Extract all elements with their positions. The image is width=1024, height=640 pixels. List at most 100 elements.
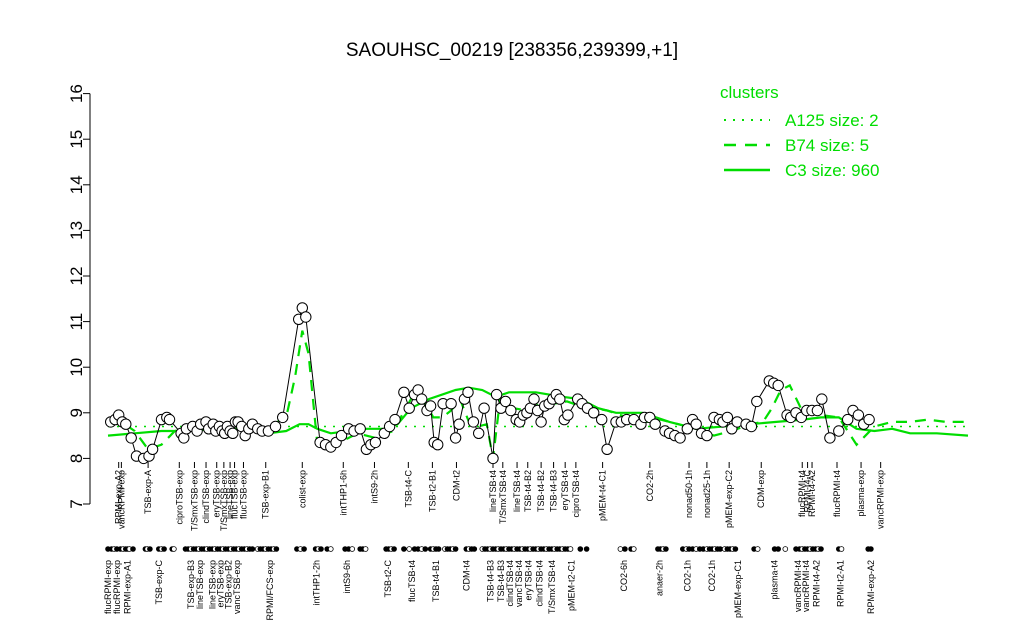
data-point [852, 409, 865, 421]
top-tick-label: TSB-t4-C [403, 470, 413, 508]
top-tick-label: intS9-2h [369, 470, 379, 504]
data-point [833, 425, 845, 437]
data-point [751, 395, 763, 408]
top-tick-label: nonad25-1h [702, 470, 712, 518]
bottom-marker [362, 546, 369, 552]
data-point [424, 400, 437, 412]
bottom-marker [622, 546, 628, 552]
bottom-marker [161, 546, 167, 552]
top-tick-label: CO2-2h [645, 470, 655, 502]
bottom-tick-label: TSB-t2-C [383, 560, 393, 598]
data-point [125, 432, 137, 444]
top-tick-labels: RPMI-exp-A2vancRPMI-exp TSB-exp-A ciproTSB… [114, 462, 886, 531]
top-tick-label: lineTSB-t4 [512, 470, 522, 512]
bottom-tick-label: flucTSB-t4 [407, 560, 417, 602]
y-tick-label: 12 [67, 267, 86, 286]
bottom-marker [147, 546, 153, 552]
data-point [432, 439, 444, 451]
data-point [562, 409, 574, 421]
bottom-tick-label: TSB-t4-B3 [485, 560, 495, 602]
bottom-tick-label: intS9-6h [342, 560, 352, 594]
data-point [816, 393, 828, 405]
bottom-marker [422, 546, 429, 552]
bottom-marker [435, 546, 442, 552]
bottom-tick-label: plasma-t4 [770, 560, 780, 600]
data-point [528, 393, 540, 405]
bottom-tick-label: RPMI-exp-A1 [123, 560, 133, 614]
bottom-marker [401, 546, 407, 552]
data-point [389, 413, 401, 426]
legend-entry-c3: C3 size: 960 [785, 161, 880, 180]
bottom-marker [301, 546, 307, 552]
data-point [842, 413, 854, 426]
top-tick-label: pMEM-t4-C1 [598, 470, 608, 521]
bottom-marker [318, 546, 324, 552]
chart-title: SAOUHSC_00219 [238356,239399,+1] [346, 40, 678, 61]
bottom-tick-label: intTHP1-2h [312, 560, 322, 606]
bottom-marker [717, 546, 723, 552]
data-point [535, 416, 547, 428]
bottom-marker [391, 546, 397, 552]
bottom-tick-label: vancTSB-exp [232, 560, 242, 614]
bottom-marker [130, 546, 136, 552]
data-point [369, 436, 382, 449]
bottom-marker [630, 546, 637, 552]
top-tick-label: TSB-exp-B1 [261, 470, 271, 519]
bottom-marker [327, 546, 334, 552]
legend-title: clusters [720, 83, 779, 102]
bottom-tick-label: CDM-t4 [461, 560, 471, 591]
bottom-tick-label: eryTSB-t4 [524, 560, 534, 601]
y-tick-label: 13 [67, 221, 86, 240]
data-point [403, 402, 415, 414]
data-point [811, 404, 824, 417]
top-tick-label: flucRPMI-t4 [832, 470, 842, 517]
data-point [467, 416, 480, 428]
bottom-marker [577, 546, 584, 552]
data-point [554, 393, 566, 405]
data-point [163, 413, 176, 426]
data-point [499, 395, 512, 408]
top-tick-label: TSB-t2-B1 [427, 470, 437, 512]
series-lines [107, 330, 969, 459]
data-point [721, 411, 734, 424]
top-tick-label: ciproTSB-exp [174, 470, 184, 525]
bottom-marker [406, 546, 413, 552]
data-point [745, 420, 758, 433]
y-tick-label: 8 [67, 454, 86, 463]
bottom-marker [249, 546, 256, 552]
data-point [277, 411, 289, 424]
bottom-tick-labels: flucRPMI-expflucRPMI-exp RPMI-exp-A1 TSB-e… [103, 560, 876, 621]
data-point [649, 418, 661, 430]
data-point [863, 413, 875, 426]
bottom-tick-label: clindTSB-t4 [534, 560, 544, 607]
bottom-tick-label: TSB-t4-B1 [431, 560, 441, 602]
data-point [354, 423, 366, 435]
bottom-marker [868, 546, 874, 552]
top-tick-label: RPMI-t4-A2 [807, 470, 817, 517]
y-axis: 7 8 9 10 11 12 13 14 15 16 [67, 84, 91, 509]
data-point [505, 404, 517, 417]
data-point [416, 393, 428, 405]
bottom-marker [663, 546, 669, 552]
bottom-marker [617, 546, 624, 552]
legend-entry-b74: B74 size: 5 [785, 136, 869, 155]
bottom-marker [754, 546, 761, 552]
y-tick-label: 15 [67, 130, 86, 149]
legend: clusters A125 size: 2 B74 size: 5 C3 siz… [720, 83, 880, 180]
y-tick-label: 14 [67, 175, 86, 194]
top-tick-label: vancRPMI-exp [876, 470, 886, 529]
top-tick-label: TSB-exp-A [143, 470, 153, 514]
top-tick-label: intTHP1-6h [338, 470, 348, 516]
data-point [487, 452, 499, 465]
data-point [674, 432, 686, 444]
top-tick-label: TSB-t4-B2 [536, 470, 546, 512]
top-tick-label: pMEM-exp-C2 [724, 470, 734, 528]
data-point [701, 429, 713, 442]
bottom-tick-label: RPMI-t4-A2 [811, 560, 821, 607]
bottom-tick-label: CO2-1h [682, 560, 692, 592]
bottom-marker [567, 546, 574, 552]
bottom-tick-label: pMEM-t2-C1 [566, 560, 576, 611]
top-tick-label: flucTSB-exp [238, 470, 248, 519]
legend-entry-a125: A125 size: 2 [785, 111, 879, 130]
bottom-marker [273, 546, 280, 552]
